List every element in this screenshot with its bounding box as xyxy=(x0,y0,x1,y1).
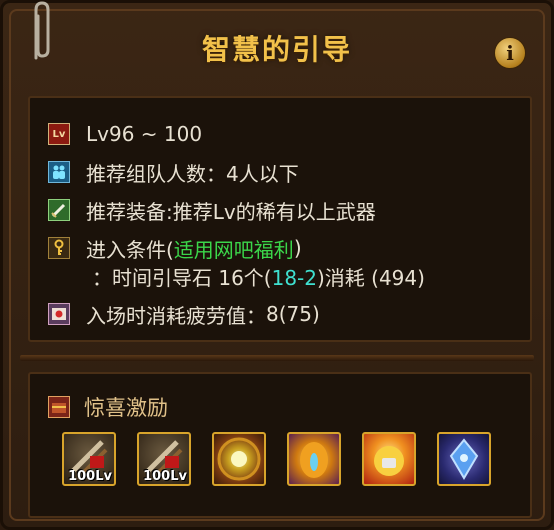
party-row: 推荐组队人数： 4人以下 xyxy=(48,158,299,186)
equipment-row: 推荐装备: 推荐Lv的稀有以上武器 xyxy=(48,196,376,224)
equipment-value: 推荐Lv的稀有以上武器 xyxy=(172,199,376,224)
section-divider xyxy=(20,355,534,361)
entry-row: 进入条件( 适用网吧福利 ) xyxy=(48,234,302,262)
party-value: 4人以下 xyxy=(226,161,299,186)
entry-label: 进入条件( xyxy=(86,237,174,262)
level-range: Lv96 ~ 100 xyxy=(86,122,203,146)
party-label: 推荐组队人数： xyxy=(86,161,226,186)
level-icon: Lv xyxy=(48,123,70,145)
sword-icon xyxy=(48,199,70,221)
party-icon xyxy=(48,161,70,183)
fatigue-label: 入场时消耗疲劳值： xyxy=(86,303,266,328)
item-level: 100Lv xyxy=(68,469,112,484)
amber-egg-icon xyxy=(300,442,328,478)
entry-close: ) xyxy=(293,236,302,260)
fatigue-row: 入场时消耗疲劳值： 8(75) xyxy=(48,300,320,328)
entry-cost: ：时间引导石 16个(18-2)消耗 (494) xyxy=(92,266,425,290)
reward-item-weapon-box-1[interactable]: 100Lv xyxy=(62,432,116,486)
window-title: 智慧的引导 xyxy=(201,33,352,66)
treasure-chest-icon xyxy=(48,396,70,418)
key-icon xyxy=(48,237,70,259)
reward-item-golden-orb[interactable] xyxy=(212,432,266,486)
rewards-title: 惊喜激励 xyxy=(84,396,168,420)
fatigue-icon xyxy=(48,303,70,325)
reward-item-amber-egg[interactable] xyxy=(287,432,341,486)
golden-orb-icon xyxy=(217,437,261,481)
reward-item-blue-crystal[interactable] xyxy=(437,432,491,486)
equipment-label: 推荐装备: xyxy=(86,199,173,224)
blue-crystal-icon xyxy=(449,438,479,480)
reward-item-weapon-box-2[interactable]: 100Lv xyxy=(137,432,191,486)
fire-orb-icon xyxy=(374,446,404,476)
entry-highlight[interactable]: 适用网吧福利 xyxy=(174,234,294,263)
level-row: Lv Lv96 ~ 100 xyxy=(48,120,202,148)
entry-cost-highlight: 18-2 xyxy=(271,266,317,290)
item-level: 100Lv xyxy=(143,469,187,484)
rewards-header: 惊喜激励 xyxy=(48,392,168,422)
fatigue-value: 8(75) xyxy=(266,302,320,326)
reward-item-fire-orb[interactable] xyxy=(362,432,416,486)
info-button[interactable]: i xyxy=(494,37,526,69)
